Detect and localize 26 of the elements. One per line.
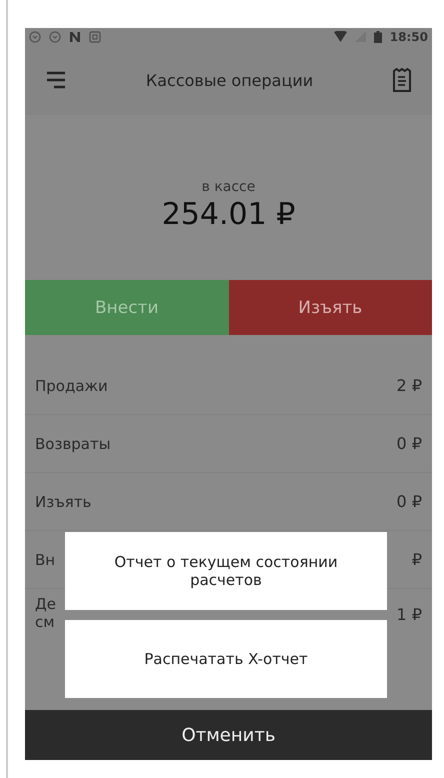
menu-icon[interactable]: [45, 71, 67, 89]
receipt-icon[interactable]: [392, 68, 412, 92]
row-label: Вн: [35, 550, 56, 568]
row-value: 1 ₽: [396, 605, 422, 624]
row-value: 0 ₽: [396, 492, 422, 511]
wifi-icon: [334, 31, 347, 42]
row-label: Продажи: [35, 376, 108, 394]
notification-icon: [49, 30, 61, 42]
balance-label: в кассе: [202, 178, 256, 194]
row-value: ₽: [412, 550, 422, 569]
row-label: Изъять: [35, 492, 92, 510]
dialog-option[interactable]: Распечатать X-отчет: [65, 620, 387, 698]
row-value: 2 ₽: [396, 376, 422, 395]
dialog-option[interactable]: Отчет о текущем состоянии расчетов: [65, 532, 387, 610]
withdraw-button[interactable]: Изъять: [228, 280, 432, 335]
row-label: Де см: [35, 595, 56, 631]
screen-title: Кассовые операции: [146, 70, 314, 90]
cancel-button[interactable]: Отменить: [25, 710, 432, 760]
row-value: 0 ₽: [396, 434, 422, 453]
balance-amount: 254.01 ₽: [162, 196, 296, 232]
battery-icon: [374, 30, 382, 42]
row-label: Возвраты: [35, 434, 111, 452]
app-icon: [89, 30, 101, 42]
notification-icon: [29, 30, 41, 42]
status-time: 18:50: [390, 30, 428, 44]
n-logo-icon: [69, 30, 81, 42]
